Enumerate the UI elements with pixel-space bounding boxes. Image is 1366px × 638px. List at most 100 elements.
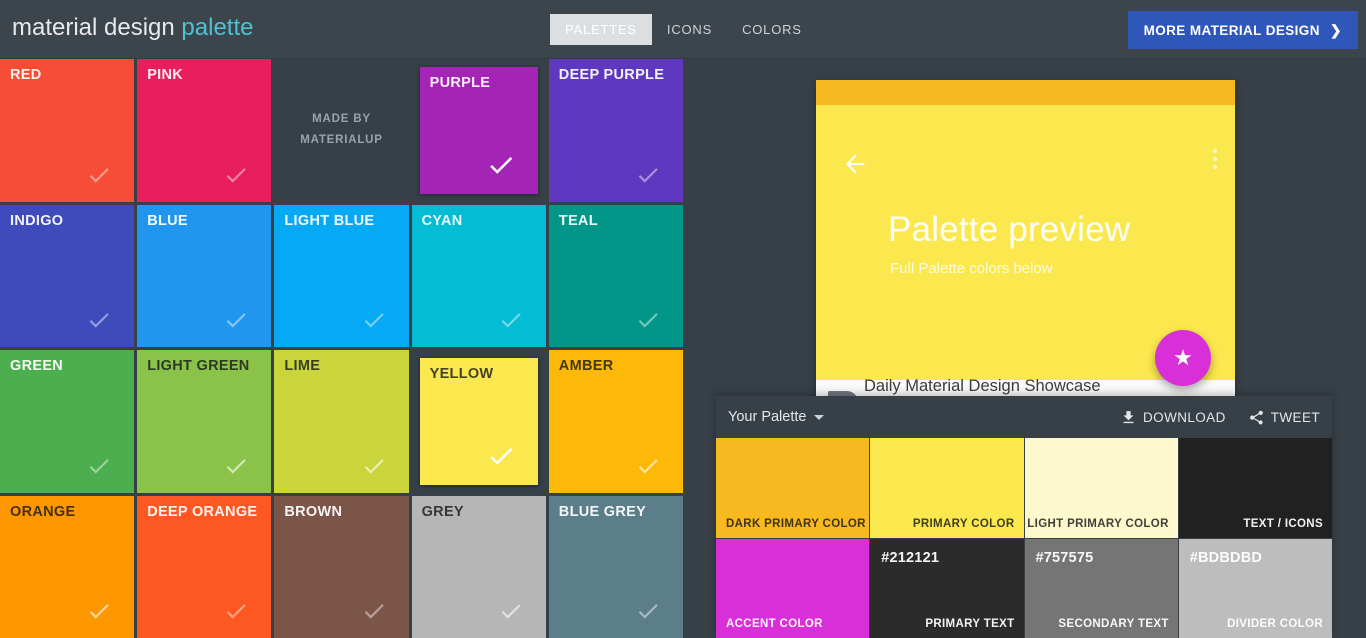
check-icon [223, 162, 249, 188]
palette-panel-toolbar: Your Palette DOWNLOAD [716, 396, 1332, 438]
arrow-back-icon[interactable] [841, 150, 869, 178]
your-palette-panel: Your Palette DOWNLOAD [716, 396, 1332, 638]
color-tile-teal[interactable]: TEAL [549, 205, 683, 348]
app-header: material design palette PALETTES ICONS C… [0, 0, 1366, 59]
swatch-role-label: PRIMARY COLOR [913, 518, 1015, 530]
site-logo[interactable]: material design palette [12, 14, 253, 42]
palette-color-grid: RED PINK MADE BY MATERIALUP PURPLE DEEP PURPL… [0, 59, 683, 638]
more-button-label: MORE MATERIAL DESIGN [1144, 23, 1320, 38]
check-icon [486, 150, 516, 180]
check-icon [635, 162, 661, 188]
tile-label: RED [10, 67, 42, 83]
tab-palettes[interactable]: PALETTES [550, 14, 652, 45]
palette-select-dropdown[interactable]: Your Palette [728, 409, 824, 425]
floating-action-button[interactable]: ★ [1155, 330, 1211, 386]
check-icon [635, 598, 661, 624]
more-material-design-button[interactable]: MORE MATERIAL DESIGN ❯ [1128, 11, 1358, 49]
swatch-role-label: DARK PRIMARY COLOR [726, 518, 866, 530]
check-icon [498, 307, 524, 333]
chevron-down-icon [814, 415, 824, 420]
check-icon [223, 453, 249, 479]
swatch-role-label: SECONDARY TEXT [1058, 618, 1168, 630]
list-item-title: Daily Material Design Showcase [864, 377, 1101, 396]
swatch-role-label: ACCENT COLOR [726, 618, 823, 630]
tab-icons[interactable]: ICONS [652, 14, 727, 45]
credit-line-2: MATERIALUP [300, 133, 383, 149]
color-tile-amber[interactable]: AMBER [549, 350, 683, 493]
tile-label: LIGHT BLUE [284, 213, 374, 229]
swatch-hex-value: #757575 [1036, 550, 1094, 566]
color-tile-yellow[interactable]: YELLOW [412, 350, 546, 493]
palette-swatch-light-primary-color[interactable]: LIGHT PRIMARY COLOR [1025, 438, 1178, 538]
tweet-button[interactable]: TWEET [1248, 409, 1320, 426]
check-icon [635, 453, 661, 479]
tile-label: YELLOW [430, 366, 494, 382]
palette-swatch-divider-color[interactable]: #BDBDBD DIVIDER COLOR [1179, 539, 1332, 638]
check-icon [86, 453, 112, 479]
tile-label: GREEN [10, 358, 63, 374]
check-icon [635, 307, 661, 333]
made-by-materialup-credit: MADE BY MATERIALUP [274, 59, 408, 202]
tile-label: INDIGO [10, 213, 63, 229]
swatch-role-label: PRIMARY TEXT [925, 618, 1014, 630]
palette-swatch-text-icons[interactable]: TEXT / ICONS [1179, 438, 1332, 538]
color-tile-red[interactable]: RED [0, 59, 134, 202]
tab-colors[interactable]: COLORS [727, 14, 817, 45]
download-button[interactable]: DOWNLOAD [1120, 409, 1226, 426]
color-tile-purple[interactable]: PURPLE [412, 59, 546, 202]
color-tile-blue-grey[interactable]: BLUE GREY [549, 496, 683, 638]
tile-label: BLUE GREY [559, 504, 646, 520]
tile-label: DEEP PURPLE [559, 67, 664, 83]
color-tile-indigo[interactable]: INDIGO [0, 205, 134, 348]
color-tile-cyan[interactable]: CYAN [412, 205, 546, 348]
check-icon [86, 598, 112, 624]
palette-panel-actions: DOWNLOAD TWEET [1120, 396, 1320, 438]
palette-swatch-dark-primary-color[interactable]: DARK PRIMARY COLOR [716, 438, 869, 538]
swatch-hex-value: #212121 [881, 550, 939, 566]
swatch-role-label: TEXT / ICONS [1243, 518, 1323, 530]
credit-text: MADE BY MATERIALUP [274, 59, 408, 202]
dot [1213, 157, 1217, 161]
color-tile-blue[interactable]: BLUE [137, 205, 271, 348]
palette-swatch-grid: DARK PRIMARY COLOR PRIMARY COLOR LIGHT PRI… [716, 438, 1332, 638]
check-icon [223, 307, 249, 333]
swatch-role-label: DIVIDER COLOR [1227, 618, 1323, 630]
chevron-right-icon: ❯ [1330, 22, 1342, 39]
palette-swatch-primary-text[interactable]: #212121 PRIMARY TEXT [870, 539, 1023, 638]
more-vert-icon[interactable] [1213, 149, 1217, 169]
tile-label: TEAL [559, 213, 598, 229]
color-tile-green[interactable]: GREEN [0, 350, 134, 493]
color-tile-brown[interactable]: BROWN [274, 496, 408, 638]
tile-label: ORANGE [10, 504, 75, 520]
star-icon: ★ [1173, 347, 1193, 369]
tile-label: LIME [284, 358, 320, 374]
tile-label: DEEP ORANGE [147, 504, 257, 520]
color-tile-orange[interactable]: ORANGE [0, 496, 134, 638]
palette-swatch-primary-color[interactable]: PRIMARY COLOR [870, 438, 1023, 538]
tile-label: BLUE [147, 213, 188, 229]
preview-subtitle: Full Palette colors below [890, 260, 1053, 277]
color-tile-grey[interactable]: GREY [412, 496, 546, 638]
color-tile-light-blue[interactable]: LIGHT BLUE [274, 205, 408, 348]
tile-label: PURPLE [430, 75, 491, 91]
color-tile-lime[interactable]: LIME [274, 350, 408, 493]
dot [1213, 165, 1217, 169]
logo-main-text: material design [12, 14, 175, 41]
color-tile-deep-purple[interactable]: DEEP PURPLE [549, 59, 683, 202]
color-tile-pink[interactable]: PINK [137, 59, 271, 202]
tile-label: GREY [422, 504, 464, 520]
preview-status-bar [816, 80, 1235, 105]
check-icon [361, 307, 387, 333]
palette-swatch-secondary-text[interactable]: #757575 SECONDARY TEXT [1025, 539, 1178, 638]
tile-label: CYAN [422, 213, 463, 229]
preview-title: Palette preview [888, 210, 1130, 250]
swatch-hex-value: #BDBDBD [1190, 550, 1262, 566]
app-root: material design palette PALETTES ICONS C… [0, 0, 1366, 638]
palette-swatch-accent-color[interactable]: ACCENT COLOR [716, 539, 869, 638]
check-icon [86, 307, 112, 333]
share-icon [1248, 409, 1265, 426]
credit-line-1: MADE BY [312, 112, 371, 128]
tile-label: PINK [147, 67, 183, 83]
color-tile-deep-orange[interactable]: DEEP ORANGE [137, 496, 271, 638]
color-tile-light-green[interactable]: LIGHT GREEN [137, 350, 271, 493]
